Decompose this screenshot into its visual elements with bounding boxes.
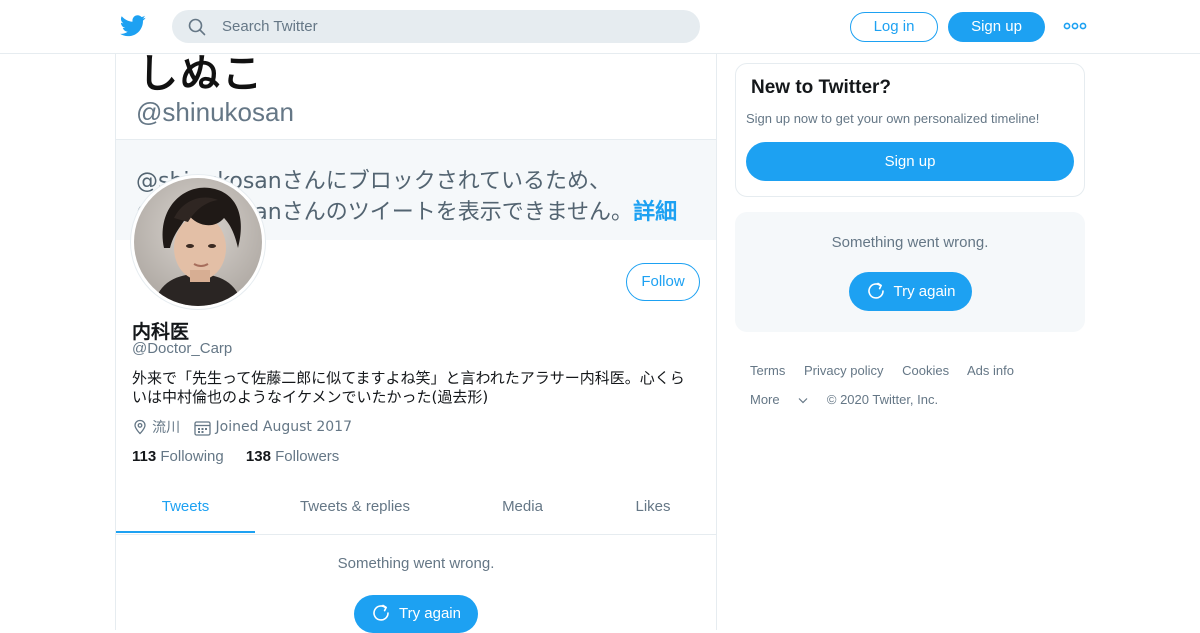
profile-stats: 113 Following 138 Followers xyxy=(132,448,357,465)
footer-more-link[interactable]: More xyxy=(750,392,808,407)
profile-bio: 外来で「先生って佐藤二郎に似てますよね笑」と言われたアラサー内科医。心くらいは中… xyxy=(132,369,685,406)
signup-button-header[interactable]: Sign up xyxy=(948,12,1045,42)
footer-links-row: Terms Privacy policy Cookies Ads info xyxy=(750,363,1070,392)
sidebar-error-message: Something went wrong. xyxy=(831,234,989,251)
avatar-photo xyxy=(134,178,262,306)
joined-item: Joined August 2017 xyxy=(194,418,352,436)
search-input[interactable] xyxy=(222,10,682,43)
footer: Terms Privacy policy Cookies Ads info Mo… xyxy=(750,363,1070,421)
sidebar-try-again-button[interactable]: Try again xyxy=(849,272,972,311)
location-pin-icon xyxy=(134,419,146,435)
timeline-try-again-label: Try again xyxy=(399,605,461,622)
refresh-icon xyxy=(867,282,884,299)
header-image-top: しぬこ @shinukosan xyxy=(116,53,716,140)
banner-details-link: 詳細 xyxy=(633,200,678,225)
following-stat[interactable]: 113 Following xyxy=(132,448,224,465)
profile-handle: @Doctor_Carp xyxy=(132,340,233,357)
calendar-icon xyxy=(194,420,211,436)
followers-count: 138 xyxy=(245,448,271,465)
follow-button[interactable]: Follow xyxy=(626,263,700,301)
chevron-down-icon xyxy=(798,398,808,404)
timeline-error-message: Something went wrong. xyxy=(337,555,495,572)
search-icon xyxy=(188,18,206,36)
avatar[interactable] xyxy=(131,175,265,309)
following-count: 113 xyxy=(132,448,157,465)
sidebar-error-card: Something went wrong. Try again xyxy=(735,212,1085,332)
tab-tweets-replies[interactable]: Tweets & replies xyxy=(255,485,455,533)
followers-label: Followers xyxy=(275,448,340,465)
profile-tabs: Tweets Tweets & replies Media Likes xyxy=(116,485,716,535)
following-label: Following xyxy=(160,448,224,465)
profile-meta: 流川 Joined August 2017 xyxy=(132,417,362,437)
location-text: 流川 xyxy=(152,420,181,436)
banner-handle-text: @shinukosan xyxy=(136,97,294,127)
more-options-icon[interactable] xyxy=(1063,20,1087,32)
location-item: 流川 xyxy=(132,417,180,437)
tab-media[interactable]: Media xyxy=(455,485,590,533)
footer-link-cookies[interactable]: Cookies xyxy=(902,363,949,378)
twitter-bird-logo-icon[interactable] xyxy=(120,14,146,38)
footer-link-ads-info[interactable]: Ads info xyxy=(967,363,1014,378)
footer-second-row: More © 2020 Twitter, Inc. xyxy=(750,392,1070,421)
signup-button-sidebar[interactable]: Sign up xyxy=(746,142,1074,181)
footer-link-terms[interactable]: Terms xyxy=(750,363,785,378)
tab-likes[interactable]: Likes xyxy=(590,485,716,533)
search-box[interactable] xyxy=(172,10,700,43)
footer-more-label: More xyxy=(750,392,780,407)
footer-link-privacy[interactable]: Privacy policy xyxy=(804,363,883,378)
profile-column: しぬこ @shinukosan @shinukosanさんにブロックされているた… xyxy=(115,53,717,633)
new-to-twitter-card: New to Twitter? Sign up now to get your … xyxy=(735,63,1085,197)
followers-stat[interactable]: 138 Followers xyxy=(246,448,339,465)
new-to-twitter-title: New to Twitter? xyxy=(751,77,892,98)
tab-tweets[interactable]: Tweets xyxy=(116,485,255,533)
refresh-icon xyxy=(373,604,389,621)
banner-name-text: しぬこ xyxy=(138,53,264,97)
timeline-try-again-button[interactable]: Try again xyxy=(354,595,478,633)
sidebar-try-again-label: Try again xyxy=(893,283,956,300)
top-nav-bar: Log in Sign up xyxy=(0,0,1200,54)
login-button[interactable]: Log in xyxy=(850,12,938,42)
footer-copyright: © 2020 Twitter, Inc. xyxy=(826,392,939,407)
joined-text: Joined August 2017 xyxy=(215,419,352,436)
new-to-twitter-subtitle: Sign up now to get your own personalized… xyxy=(746,111,1040,126)
